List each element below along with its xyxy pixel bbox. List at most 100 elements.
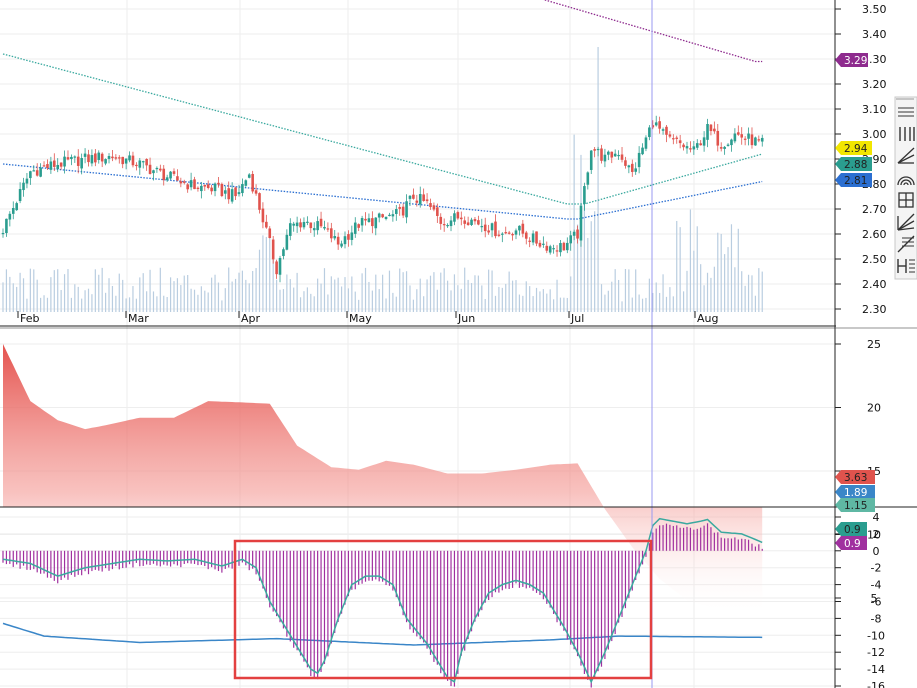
histogram-bar bbox=[40, 550, 42, 574]
volume-bar bbox=[122, 279, 124, 312]
candle-body bbox=[401, 206, 405, 216]
volume-bar bbox=[214, 274, 216, 312]
histogram-bar bbox=[313, 550, 315, 678]
volume-bar bbox=[299, 297, 302, 312]
histogram-bar bbox=[183, 550, 185, 564]
histogram-bar bbox=[132, 550, 134, 568]
volume-bar bbox=[361, 273, 363, 312]
volume-bar bbox=[238, 272, 240, 312]
candle-body bbox=[114, 157, 118, 159]
volume-bar bbox=[566, 297, 568, 312]
volume-bar bbox=[689, 209, 692, 312]
price-tick-label: 2.40 bbox=[862, 278, 887, 291]
volume-bar bbox=[255, 268, 257, 312]
histogram-bar bbox=[713, 532, 715, 551]
volume-bar bbox=[693, 250, 695, 312]
volume-bar bbox=[142, 273, 144, 312]
badge-text: 3.29 bbox=[844, 55, 867, 67]
histogram-bar bbox=[166, 550, 168, 566]
candle-body bbox=[463, 220, 466, 224]
candle-body bbox=[169, 171, 172, 179]
volume-bar bbox=[180, 285, 182, 312]
candle-body bbox=[384, 216, 388, 219]
candle-body bbox=[282, 249, 285, 257]
candle-body bbox=[456, 212, 460, 219]
volume-bar bbox=[149, 269, 151, 312]
volume-bar bbox=[128, 297, 131, 312]
candle-body bbox=[22, 182, 25, 191]
histogram-bar bbox=[412, 550, 414, 633]
financial-chart[interactable]: Feb Mar Apr May Jun Jul Aug 3.503.403.303.203.… bbox=[0, 0, 917, 688]
histogram-bar bbox=[700, 527, 702, 551]
candle-body bbox=[11, 208, 15, 214]
histogram-bar bbox=[159, 550, 161, 567]
volume-bar bbox=[364, 267, 367, 312]
horizontal-line-icon[interactable] bbox=[896, 102, 916, 122]
histogram-bar bbox=[481, 550, 483, 611]
price-tick-label: 3.40 bbox=[862, 28, 887, 41]
volume-bar bbox=[563, 297, 565, 312]
histogram-bar bbox=[57, 550, 59, 584]
volume-bar bbox=[440, 272, 442, 312]
fan-lines-icon[interactable] bbox=[896, 212, 916, 232]
volume-bar bbox=[248, 283, 250, 312]
volume-bar bbox=[604, 294, 606, 312]
candle-body bbox=[73, 156, 77, 158]
histogram-tick-label: -2 bbox=[871, 562, 882, 575]
histogram-bar bbox=[457, 550, 459, 674]
volume-bar bbox=[549, 289, 551, 312]
histogram-tick-label: 4 bbox=[873, 511, 880, 524]
histogram-bar bbox=[152, 550, 155, 564]
candle-body bbox=[548, 246, 552, 253]
candle-body bbox=[15, 203, 18, 211]
candle-body bbox=[730, 139, 733, 146]
histogram-bar bbox=[655, 528, 657, 551]
vertical-lines-icon[interactable] bbox=[896, 124, 916, 144]
histogram-bar bbox=[556, 550, 558, 623]
histogram-bar bbox=[169, 550, 172, 567]
candle-body bbox=[336, 236, 340, 245]
grid-box-icon[interactable] bbox=[896, 190, 916, 210]
volume-bar bbox=[286, 274, 288, 312]
trend-angle-icon[interactable] bbox=[896, 146, 916, 166]
histogram-bar bbox=[467, 550, 469, 640]
volume-bar bbox=[375, 274, 377, 312]
candle-body bbox=[80, 158, 83, 169]
volume-bar bbox=[200, 286, 202, 312]
candle-body bbox=[559, 243, 562, 253]
candle-body bbox=[593, 149, 596, 151]
candle-body bbox=[675, 137, 679, 139]
volume-bar bbox=[217, 282, 220, 312]
volume-bar bbox=[518, 294, 521, 312]
volume-bar bbox=[258, 249, 261, 312]
candle-body bbox=[699, 143, 702, 146]
candle-body bbox=[453, 213, 456, 222]
area-badge-3: 1.15 bbox=[835, 498, 875, 512]
price-tick-label: 3.50 bbox=[862, 3, 887, 16]
area-tick-label: 20 bbox=[867, 402, 881, 415]
candle-body bbox=[377, 213, 381, 218]
histogram-bar bbox=[594, 550, 596, 679]
histogram-bar bbox=[751, 543, 753, 551]
histogram-bar bbox=[470, 550, 473, 632]
candle-body bbox=[658, 121, 661, 129]
candle-body bbox=[18, 189, 22, 202]
histogram-bar bbox=[659, 525, 661, 551]
candle-body bbox=[53, 160, 56, 167]
candle-body bbox=[1, 232, 5, 235]
candle-body bbox=[449, 220, 453, 227]
fib-retracement-icon[interactable] bbox=[896, 234, 916, 254]
volume-bar bbox=[443, 268, 445, 312]
volume-bar bbox=[125, 298, 127, 312]
volume-bar bbox=[508, 271, 510, 312]
histogram-bar bbox=[447, 550, 449, 681]
histogram-bar bbox=[669, 524, 671, 551]
volume-bar bbox=[146, 291, 148, 312]
gann-fan-arc-icon[interactable] bbox=[896, 168, 916, 188]
histogram-bar bbox=[679, 527, 681, 551]
horizontal-levels-icon[interactable] bbox=[896, 256, 916, 276]
histogram-bar bbox=[535, 550, 538, 593]
volume-bar bbox=[183, 275, 185, 312]
histogram-bar bbox=[696, 528, 698, 551]
volume-bar bbox=[672, 296, 674, 312]
